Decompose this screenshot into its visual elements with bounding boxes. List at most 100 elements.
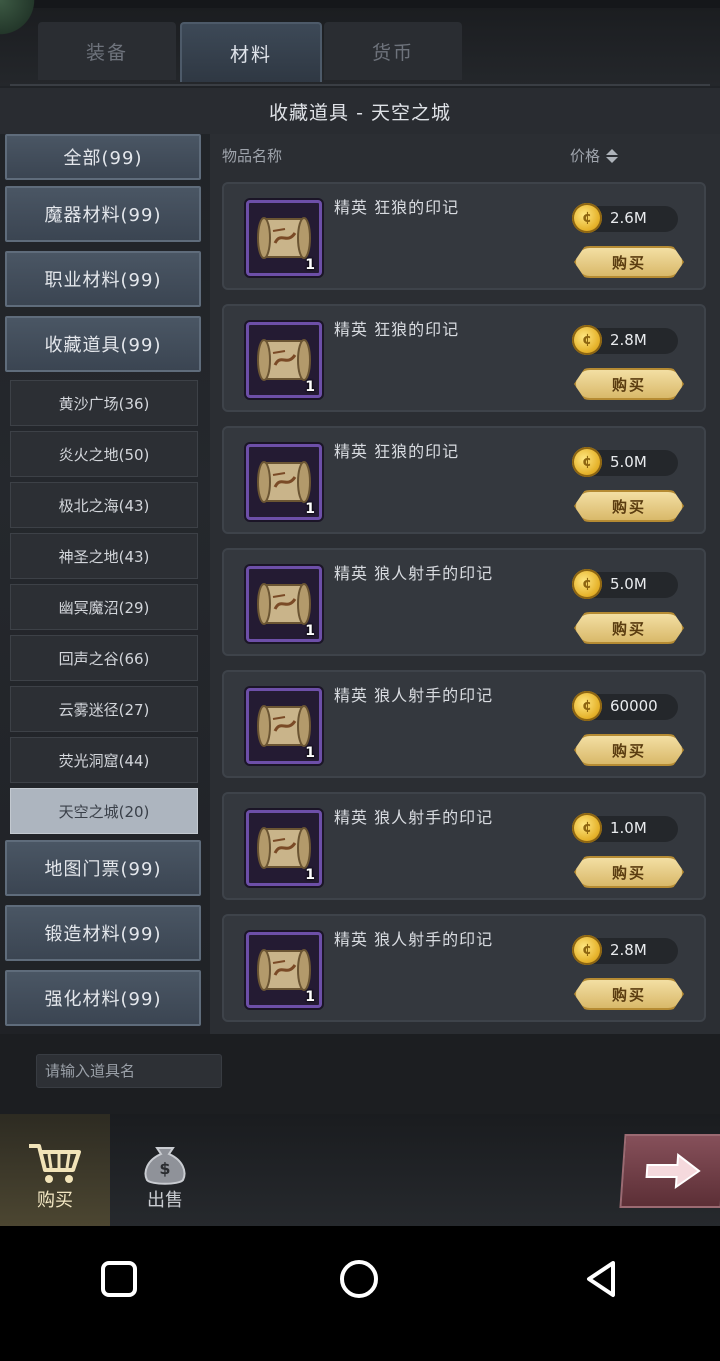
circle-icon: [340, 1260, 378, 1298]
item-quantity: 1: [305, 501, 315, 517]
scroll-icon[interactable]: 1: [246, 688, 322, 764]
gold-coin-icon: ¢: [572, 691, 602, 721]
scroll-icon[interactable]: 1: [246, 932, 322, 1008]
price-tag: ¢ 1.0M: [572, 813, 678, 843]
gold-coin-icon: ¢: [572, 569, 602, 599]
item-row[interactable]: 1 精英 狼人射手的印记 ¢ 5.0M 购买: [222, 548, 706, 656]
back-button[interactable]: [566, 1244, 636, 1314]
item-quantity: 1: [305, 745, 315, 761]
scroll-icon[interactable]: 1: [246, 200, 322, 276]
price-value: 2.8M: [610, 331, 647, 349]
tab-buy[interactable]: 购买: [0, 1114, 110, 1226]
item-name: 精英 狼人射手的印记: [334, 686, 494, 705]
item-name: 精英 狼人射手的印记: [334, 564, 494, 583]
price-value: 2.6M: [610, 209, 647, 227]
home-button[interactable]: [324, 1244, 394, 1314]
item-quantity: 1: [305, 989, 315, 1005]
item-name: 精英 狂狼的印记: [334, 198, 460, 217]
page-title: 收藏道具 - 天空之城: [0, 88, 720, 134]
item-name: 精英 狂狼的印记: [334, 442, 460, 461]
search-input[interactable]: [36, 1054, 222, 1088]
subcategory-item[interactable]: 黄沙广场(36): [10, 380, 198, 426]
scroll-icon[interactable]: 1: [246, 566, 322, 642]
next-page-button[interactable]: [619, 1134, 720, 1208]
scroll-icon[interactable]: 1: [246, 322, 322, 398]
svg-text:$: $: [159, 1159, 170, 1178]
buy-button[interactable]: 购买: [574, 246, 684, 278]
category-all[interactable]: 全部(99): [5, 134, 201, 180]
money-bag-icon: $: [144, 1147, 186, 1185]
item-quantity: 1: [305, 623, 315, 639]
category-class-materials[interactable]: 职业材料(99): [5, 251, 201, 307]
buy-button[interactable]: 购买: [574, 978, 684, 1010]
scroll-icon[interactable]: 1: [246, 444, 322, 520]
recent-apps-button[interactable]: [84, 1244, 154, 1314]
sort-icon[interactable]: [606, 148, 619, 163]
item-quantity: 1: [305, 379, 315, 395]
column-header-price-label: 价格: [570, 147, 601, 165]
price-tag: ¢ 2.6M: [572, 203, 678, 233]
category-map-tickets[interactable]: 地图门票(99): [5, 840, 201, 896]
gold-coin-icon: ¢: [572, 447, 602, 477]
tab-sell-label: 出售: [147, 1190, 183, 1211]
gold-coin-icon: ¢: [572, 935, 602, 965]
tab-currency[interactable]: 货币: [324, 22, 462, 80]
price-tag: ¢ 60000: [572, 691, 678, 721]
category-collectibles[interactable]: 收藏道具(99): [5, 316, 201, 372]
price-tag: ¢ 5.0M: [572, 569, 678, 599]
subcategory-item-selected[interactable]: 天空之城(20): [10, 788, 198, 834]
price-value: 1.0M: [610, 819, 647, 837]
subcategory-item[interactable]: 云雾迷径(27): [10, 686, 198, 732]
subcategory-item[interactable]: 幽冥魔沼(29): [10, 584, 198, 630]
item-list: 物品名称 价格 1 精英 狂狼的印记 ¢ 2.6M 购买 1 精英 狂狼的印记 ¢ 2.8M 购买…: [210, 134, 720, 1034]
price-value: 60000: [610, 697, 658, 715]
category-forging-materials[interactable]: 锻造材料(99): [5, 905, 201, 961]
tab-sell[interactable]: $ 出售: [110, 1114, 220, 1226]
buy-button[interactable]: 购买: [574, 490, 684, 522]
price-tag: ¢ 2.8M: [572, 325, 678, 355]
price-value: 5.0M: [610, 575, 647, 593]
category-magic-materials[interactable]: 魔器材料(99): [5, 186, 201, 242]
buy-button[interactable]: 购买: [574, 734, 684, 766]
price-tag: ¢ 2.8M: [572, 935, 678, 965]
tab-divider: [10, 84, 710, 86]
cart-icon: [29, 1144, 81, 1183]
triangle-back-icon: [587, 1261, 615, 1297]
subcategory-item[interactable]: 回声之谷(66): [10, 635, 198, 681]
search-area: [0, 1034, 720, 1114]
price-value: 2.8M: [610, 941, 647, 959]
item-row[interactable]: 1 精英 狂狼的印记 ¢ 2.8M 购买: [222, 304, 706, 412]
item-name: 精英 狂狼的印记: [334, 320, 460, 339]
item-quantity: 1: [305, 867, 315, 883]
subcategory-item[interactable]: 极北之海(43): [10, 482, 198, 528]
item-row[interactable]: 1 精英 狂狼的印记 ¢ 5.0M 购买: [222, 426, 706, 534]
gold-coin-icon: ¢: [572, 325, 602, 355]
subcategory-item[interactable]: 神圣之地(43): [10, 533, 198, 579]
top-edge: [0, 0, 720, 8]
buy-button[interactable]: 购买: [574, 856, 684, 888]
category-sidebar: 全部(99) 魔器材料(99) 职业材料(99) 收藏道具(99) 黄沙广场(3…: [0, 134, 210, 1034]
gold-coin-icon: ¢: [572, 203, 602, 233]
tab-equipment[interactable]: 装备: [38, 22, 176, 80]
category-enhance-materials[interactable]: 强化材料(99): [5, 970, 201, 1026]
buy-button[interactable]: 购买: [574, 612, 684, 644]
item-name: 精英 狼人射手的印记: [334, 930, 494, 949]
item-row[interactable]: 1 精英 狼人射手的印记 ¢ 60000 购买: [222, 670, 706, 778]
tab-materials[interactable]: 材料: [180, 22, 322, 82]
price-tag: ¢ 5.0M: [572, 447, 678, 477]
item-name: 精英 狼人射手的印记: [334, 808, 494, 827]
item-row[interactable]: 1 精英 狼人射手的印记 ¢ 2.8M 购买: [222, 914, 706, 1022]
subcategory-item[interactable]: 炎火之地(50): [10, 431, 198, 477]
scroll-icon[interactable]: 1: [246, 810, 322, 886]
column-header-name: 物品名称: [222, 147, 283, 165]
tab-buy-label: 购买: [37, 1190, 73, 1211]
item-row[interactable]: 1 精英 狂狼的印记 ¢ 2.6M 购买: [222, 182, 706, 290]
corner-decoration: [0, 0, 40, 40]
item-quantity: 1: [305, 257, 315, 273]
subcategory-item[interactable]: 荧光洞窟(44): [10, 737, 198, 783]
column-header-price[interactable]: 价格: [570, 145, 619, 166]
price-value: 5.0M: [610, 453, 647, 471]
item-row[interactable]: 1 精英 狼人射手的印记 ¢ 1.0M 购买: [222, 792, 706, 900]
market-screen: 装备 材料 货币 收藏道具 - 天空之城 全部(99) 魔器材料(99) 职业材…: [0, 0, 720, 1226]
buy-button[interactable]: 购买: [574, 368, 684, 400]
